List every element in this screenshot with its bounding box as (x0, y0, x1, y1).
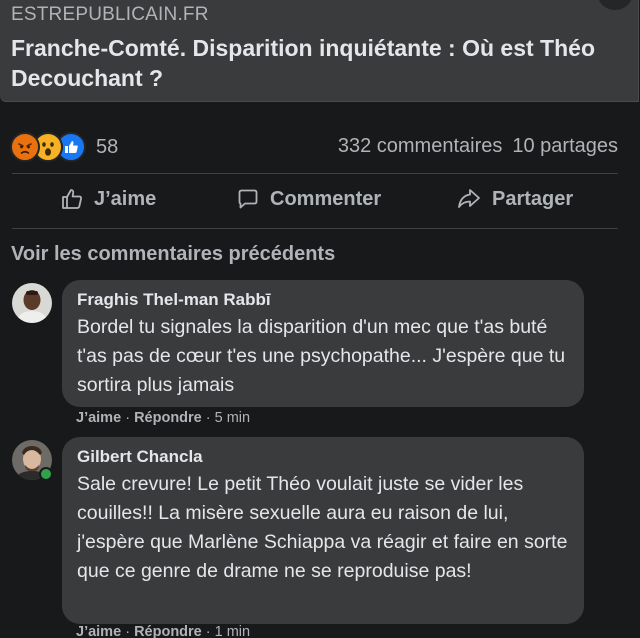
comment-text: Bordel tu signales la disparition d'un m… (77, 316, 566, 396)
comment-reply-link[interactable]: Répondre (134, 624, 202, 638)
comment-time[interactable]: 1 min (215, 624, 250, 638)
like-button[interactable]: J’aime (60, 187, 156, 211)
comment-bubble[interactable]: Fraghis Thel-man Rabbī Bordel tu signale… (62, 280, 584, 407)
like-label: J’aime (94, 187, 157, 210)
comment-reply-link[interactable]: Répondre (134, 410, 202, 426)
link-preview-card[interactable]: ESTREPUBLICAIN.FR Franche-Comté. Dispari… (0, 0, 639, 102)
post-stats: 332 commentaires 10 partages (338, 135, 618, 158)
card-menu-button[interactable] (598, 0, 632, 10)
angry-icon (10, 132, 40, 162)
avatar[interactable] (12, 283, 52, 323)
view-previous-comments-link[interactable]: Voir les commentaires précédents (11, 243, 335, 266)
facebook-post-view: ESTREPUBLICAIN.FR Franche-Comté. Dispari… (0, 0, 640, 638)
comment-like-link[interactable]: J’aime (76, 410, 121, 426)
meta-separator: · (205, 624, 211, 638)
comment-time[interactable]: 5 min (215, 410, 250, 426)
comments-count[interactable]: 332 commentaires (338, 135, 503, 158)
comment-author[interactable]: Fraghis Thel-man Rabbī (77, 289, 569, 311)
thumbs-up-icon (62, 189, 82, 209)
share-button[interactable]: Partager (456, 187, 573, 211)
comment-icon (238, 189, 258, 209)
meta-separator: · (205, 410, 211, 426)
share-label: Partager (492, 187, 574, 210)
comment-bubble[interactable]: Gilbert Chancla Sale crevure! Le petit T… (62, 437, 584, 624)
shares-count[interactable]: 10 partages (512, 135, 618, 158)
comment-button[interactable]: Commenter (236, 187, 381, 211)
reactions-summary[interactable]: 58 (10, 132, 118, 162)
comment-meta: J’aime · Répondre · 5 min (76, 410, 250, 426)
share-icon (458, 189, 480, 208)
link-domain: ESTREPUBLICAIN.FR (11, 4, 209, 25)
divider (12, 173, 618, 174)
comment-label: Commenter (270, 187, 382, 210)
divider (12, 228, 618, 229)
link-title[interactable]: Franche-Comté. Disparition inquiétante :… (11, 33, 611, 93)
online-status-dot (39, 467, 53, 481)
meta-separator: · (125, 624, 131, 638)
meta-separator: · (125, 410, 131, 426)
comment-meta: J’aime · Répondre · 1 min (76, 624, 250, 638)
comment-like-link[interactable]: J’aime (76, 624, 121, 638)
comment-author[interactable]: Gilbert Chancla (77, 446, 569, 468)
comment-text: Sale crevure! Le petit Théo voulait just… (77, 473, 568, 582)
reaction-count: 58 (96, 135, 119, 158)
